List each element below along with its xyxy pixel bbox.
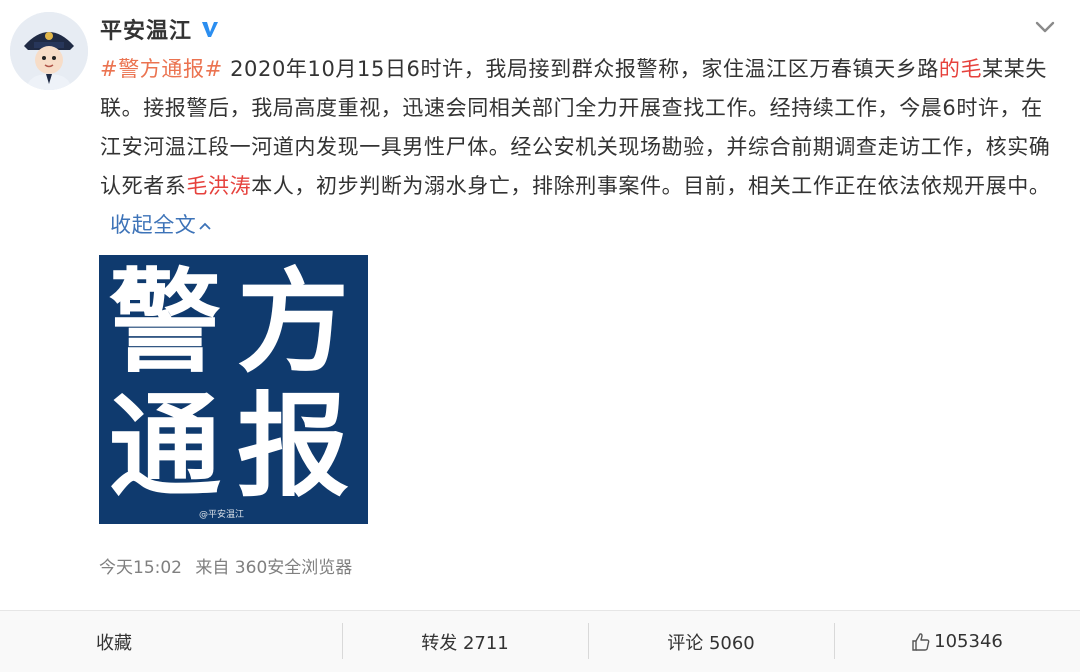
police-avatar-icon <box>10 12 88 90</box>
comment-label: 评论 5060 <box>667 632 755 654</box>
poster-char: 方 <box>237 258 349 388</box>
highlighted-name: 毛洪涛 <box>186 174 252 198</box>
post-text-segment: 本人，初步判断为溺水身亡，排除刑事案件。目前，相关工作正在依法依规开展中。 <box>251 174 1051 198</box>
collapse-button[interactable]: 收起全文 <box>110 213 212 237</box>
repost-button[interactable]: 转发 2711 <box>342 611 588 672</box>
topic-link[interactable]: #警方通报# <box>100 57 223 81</box>
post-source: 来自 360安全浏览器 <box>195 558 353 578</box>
comment-button[interactable]: 评论 5060 <box>588 611 834 672</box>
action-bar: 收藏 转发 2711 评论 5060 105346 <box>0 611 1080 672</box>
post-image[interactable]: 警 方 通 报 @平安温江 <box>99 255 368 524</box>
username[interactable]: 平安温江 <box>100 13 192 45</box>
favorite-button[interactable]: 收藏 <box>0 611 342 672</box>
post-header: 平安温江 <box>100 12 220 46</box>
thumbs-up-icon <box>912 632 930 651</box>
repost-label: 转发 2711 <box>421 632 509 654</box>
favorite-label: 收藏 <box>96 632 132 654</box>
avatar[interactable] <box>10 12 88 90</box>
like-button[interactable]: 105346 <box>834 611 1080 672</box>
like-count: 105346 <box>934 631 1003 652</box>
post-text: #警方通报# 2020年10月15日6时许，我局接到群众报警称，家住温江区万春镇… <box>100 50 1060 245</box>
chevron-down-icon[interactable] <box>1032 14 1058 40</box>
poster-char: 报 <box>237 382 349 512</box>
post-meta: 今天15:02 来自 360安全浏览器 <box>99 553 360 578</box>
post-time[interactable]: 今天15:02 <box>99 558 182 578</box>
verified-icon <box>202 22 219 37</box>
post-text-segment: 2020年10月15日6时许，我局接到群众报警称，家住温江区万春镇天乡路 <box>222 57 939 81</box>
highlighted-text: 的毛 <box>938 57 983 81</box>
chevron-up-icon <box>199 222 212 230</box>
poster-char: 通 <box>109 382 221 512</box>
poster-char: 警 <box>109 258 221 388</box>
image-watermark: @平安温江 <box>199 510 245 520</box>
collapse-label: 收起全文 <box>110 213 197 237</box>
